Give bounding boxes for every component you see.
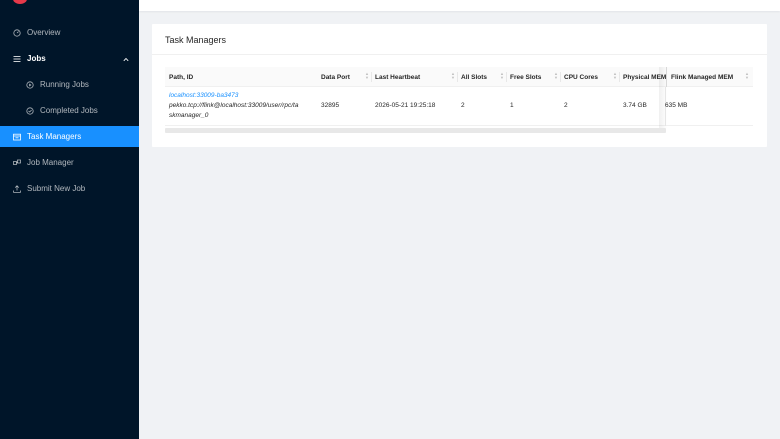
card-title: Task Managers xyxy=(165,35,227,45)
sidebar-item-label: Task Managers xyxy=(27,132,82,141)
top-header xyxy=(139,0,780,11)
column-divider xyxy=(371,72,372,82)
all-slots-cell: 2 xyxy=(461,102,465,109)
flink-logo[interactable] xyxy=(13,0,27,4)
fixed-column-shadow xyxy=(659,67,667,128)
sidebar-item-label: Jobs xyxy=(27,54,46,63)
column-label: All Slots xyxy=(461,73,488,81)
sort-icon[interactable]: ▲ ▼ xyxy=(554,72,558,80)
column-header-all-slots[interactable]: All Slots ▲ ▼ xyxy=(461,67,506,87)
sidebar-item-label: Running Jobs xyxy=(40,80,89,89)
column-header-flink-managed-mem[interactable]: Flink Managed MEM ▲ ▼ xyxy=(671,67,751,87)
column-header-cpu-cores[interactable]: CPU Cores ▲ ▼ xyxy=(564,67,619,87)
dashboard-icon xyxy=(13,28,21,37)
card-divider xyxy=(152,54,767,55)
column-label: Last Heartbeat xyxy=(375,73,421,81)
data-port-cell: 32895 xyxy=(321,102,340,109)
column-label: Flink Managed MEM xyxy=(671,73,734,81)
column-divider xyxy=(457,72,458,82)
flink-managed-mem-cell: 635 MB xyxy=(665,102,688,109)
sidebar-item-label: Overview xyxy=(27,28,61,37)
column-divider xyxy=(619,72,620,82)
task-manager-path: pekko.tcp://flink@localhost:33009/user/r… xyxy=(169,102,299,109)
column-label: Path, ID xyxy=(169,73,194,81)
list-icon xyxy=(13,55,21,63)
build-icon xyxy=(13,159,21,167)
sidebar: Overview Jobs Running Jobs Completed Job… xyxy=(0,0,139,439)
column-header-last-heartbeat[interactable]: Last Heartbeat ▲ ▼ xyxy=(375,67,457,87)
sidebar-item-label: Job Manager xyxy=(27,158,74,167)
column-divider xyxy=(560,72,561,82)
cpu-cores-cell: 2 xyxy=(564,102,568,109)
sidebar-item-submit-new-job[interactable]: Submit New Job xyxy=(0,178,139,199)
sidebar-item-overview[interactable]: Overview xyxy=(0,22,139,43)
task-manager-path-cont: skmanager_0 xyxy=(169,112,209,119)
sort-icon[interactable]: ▲ ▼ xyxy=(745,72,749,80)
sidebar-item-job-manager[interactable]: Job Manager xyxy=(0,152,139,173)
sidebar-item-running-jobs[interactable]: Running Jobs xyxy=(0,74,139,95)
horizontal-scrollbar[interactable] xyxy=(165,128,666,133)
column-label: Free Slots xyxy=(510,73,542,81)
sidebar-item-completed-jobs[interactable]: Completed Jobs xyxy=(0,100,139,121)
sort-icon[interactable]: ▲ ▼ xyxy=(365,72,369,80)
column-header-path-id[interactable]: Path, ID xyxy=(169,67,314,87)
sort-icon[interactable]: ▲ ▼ xyxy=(451,72,455,80)
sidebar-item-task-managers[interactable]: Task Managers xyxy=(0,126,139,147)
check-circle-icon xyxy=(26,106,34,115)
column-header-data-port[interactable]: Data Port ▲ ▼ xyxy=(321,67,371,87)
play-circle-icon xyxy=(26,80,34,89)
column-label: Data Port xyxy=(321,73,350,81)
sidebar-item-label: Completed Jobs xyxy=(40,106,98,115)
column-header-free-slots[interactable]: Free Slots ▲ ▼ xyxy=(510,67,560,87)
column-divider xyxy=(506,72,507,82)
chevron-up-icon xyxy=(123,55,129,64)
last-heartbeat-cell: 2026-05-21 19:25:18 xyxy=(375,102,436,109)
physical-mem-cell: 3.74 GB xyxy=(623,102,647,109)
schedule-icon xyxy=(13,133,21,141)
sort-icon[interactable]: ▲ ▼ xyxy=(500,72,504,80)
upload-icon xyxy=(13,184,21,193)
sidebar-item-jobs[interactable]: Jobs xyxy=(0,48,139,69)
sidebar-item-label: Submit New Job xyxy=(27,184,86,193)
free-slots-cell: 1 xyxy=(510,102,514,109)
task-manager-link[interactable]: localhost:33009-ba3473 xyxy=(169,92,238,99)
sort-icon[interactable]: ▲ ▼ xyxy=(613,72,617,80)
column-label: CPU Cores xyxy=(564,73,598,81)
